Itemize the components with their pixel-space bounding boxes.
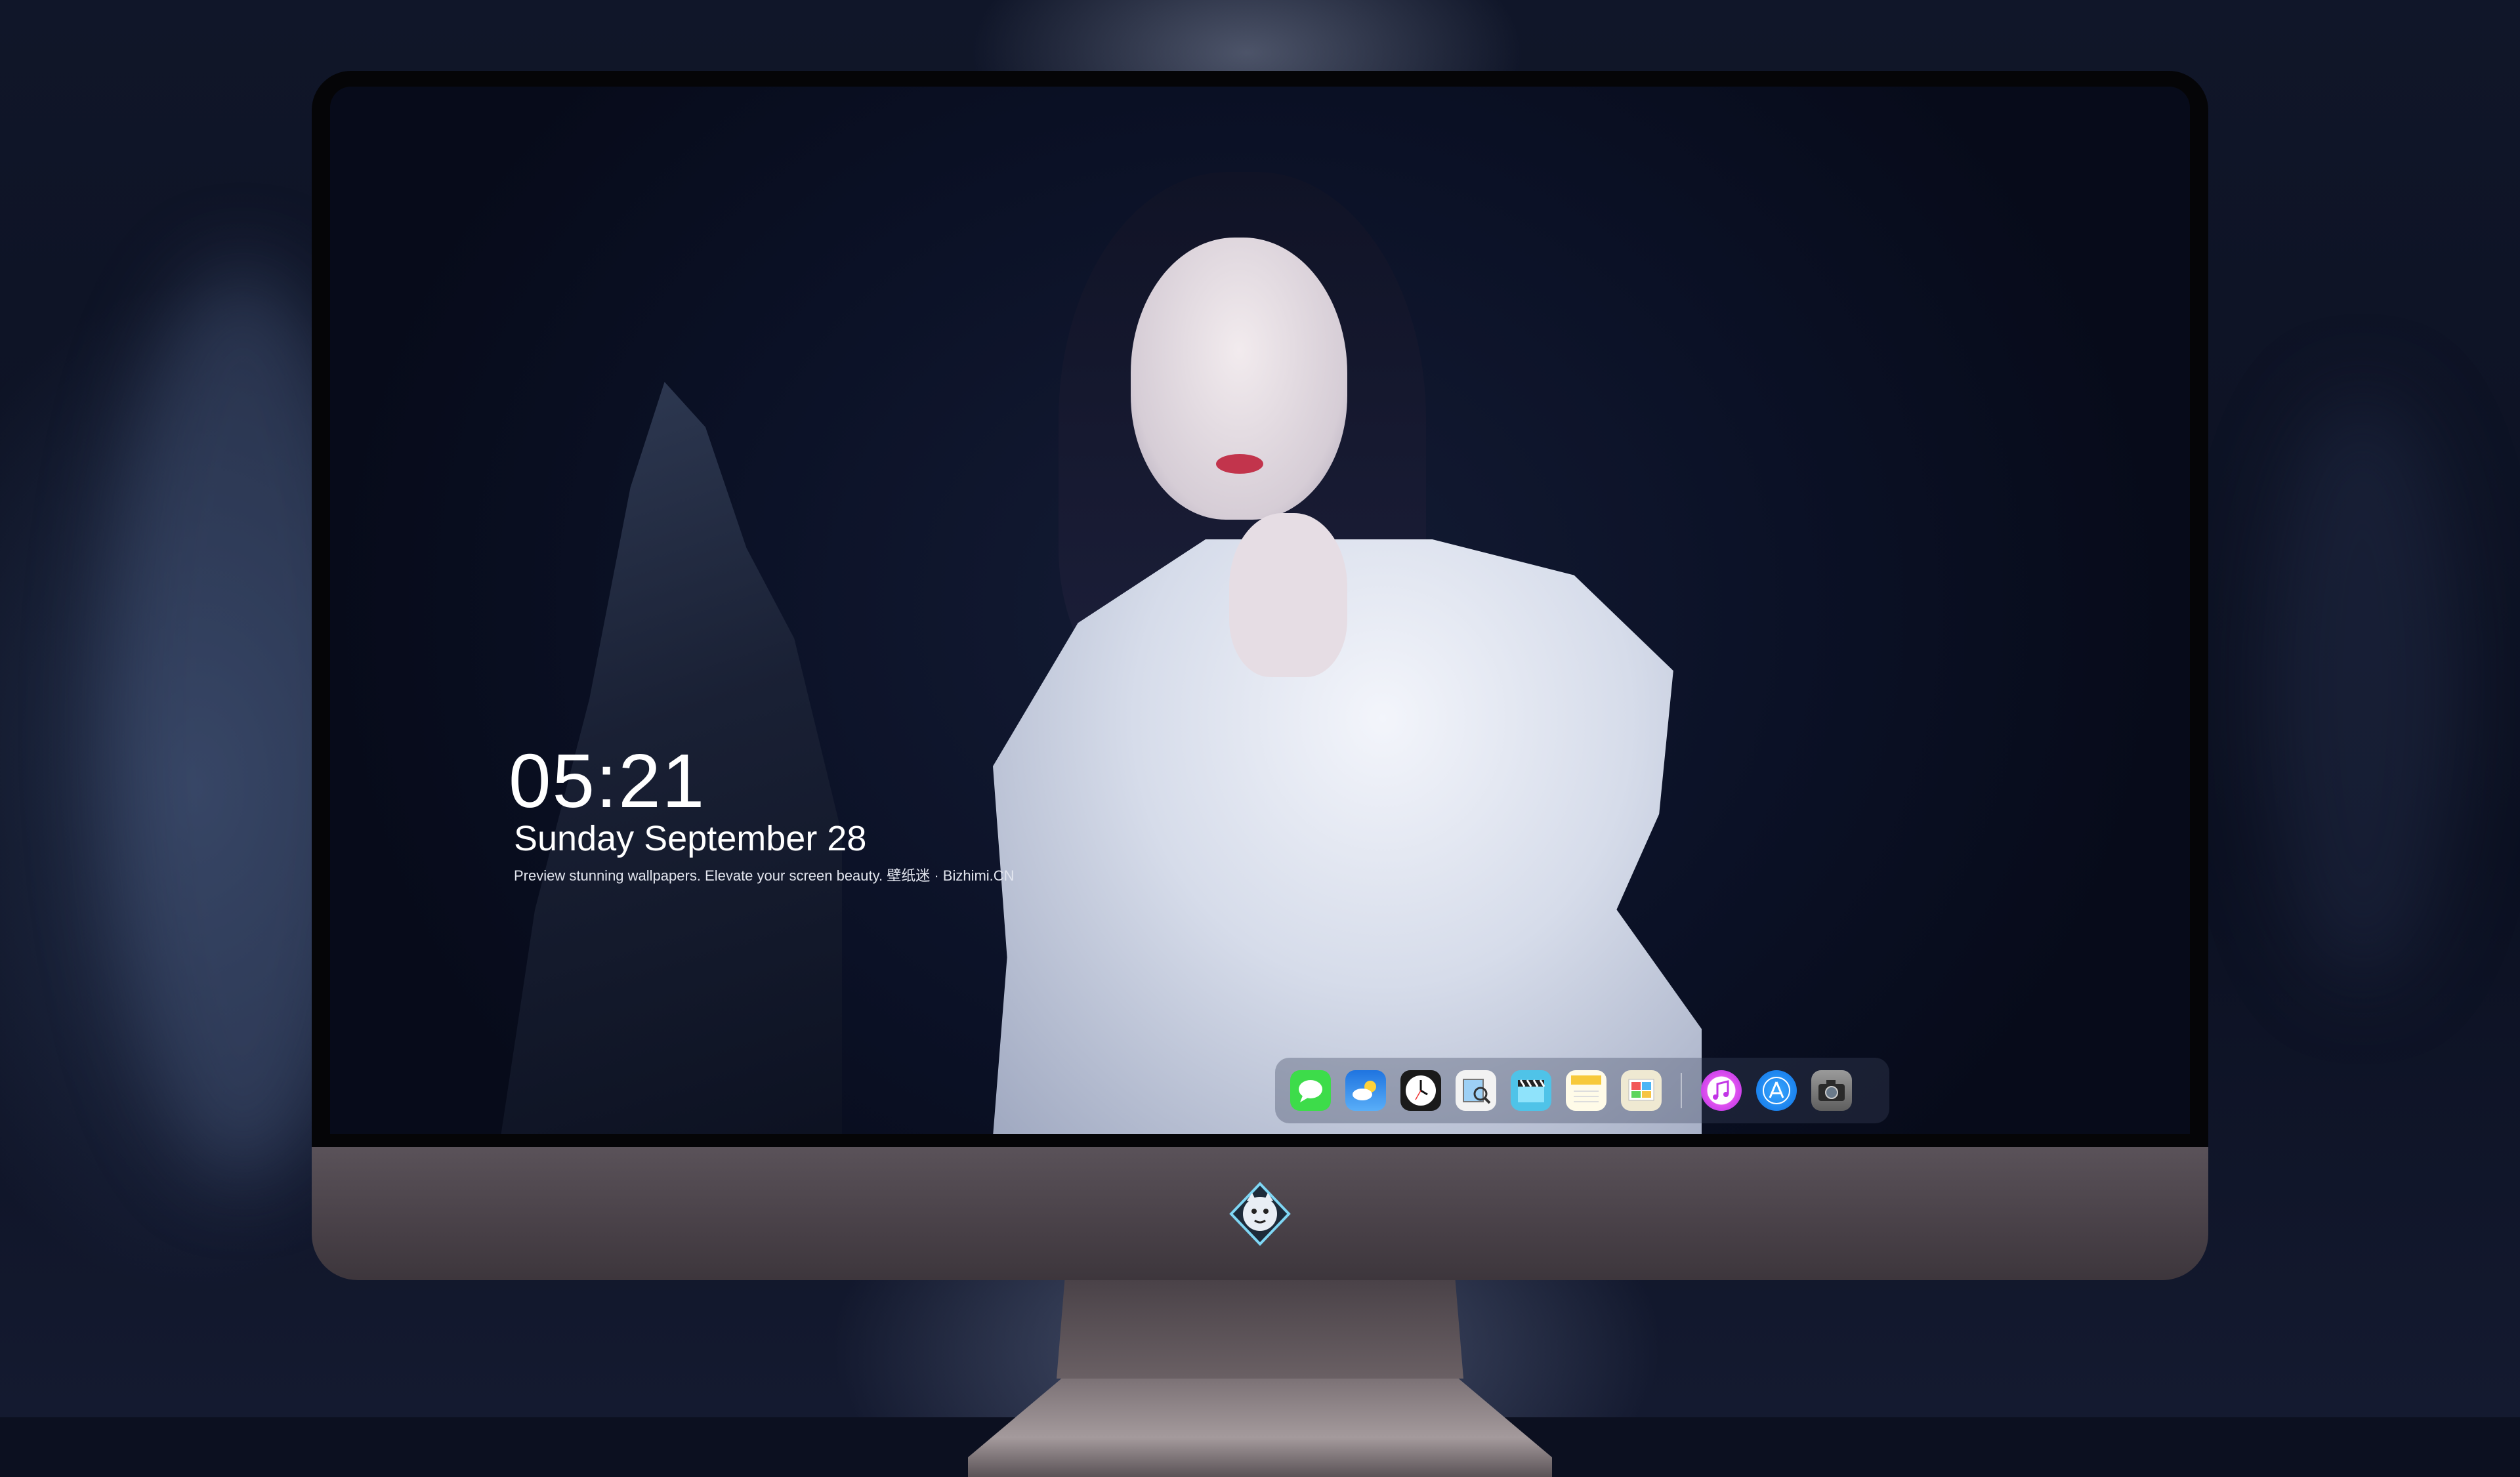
lock-screen: 05:21 Sunday September 28 Preview stunni… bbox=[330, 87, 2190, 1134]
photo-slides-icon[interactable] bbox=[1621, 1070, 1662, 1111]
dock-separator bbox=[1681, 1073, 1682, 1108]
monitor-stand-base bbox=[968, 1379, 1552, 1477]
dock bbox=[1275, 1058, 1889, 1123]
video-clapper-icon[interactable] bbox=[1511, 1070, 1551, 1111]
monitor-chin bbox=[312, 1147, 2208, 1280]
camera-icon[interactable] bbox=[1811, 1070, 1852, 1111]
shield-mascot-icon bbox=[1227, 1181, 1293, 1247]
clock-icon[interactable] bbox=[1400, 1070, 1441, 1111]
music-icon[interactable] bbox=[1701, 1070, 1742, 1111]
notes-icon[interactable] bbox=[1566, 1070, 1606, 1111]
monitor-stand-neck bbox=[1057, 1280, 1463, 1379]
monitor: 05:21 Sunday September 28 Preview stunni… bbox=[312, 71, 2208, 1477]
weather-icon[interactable] bbox=[1345, 1070, 1386, 1111]
monitor-bezel: 05:21 Sunday September 28 Preview stunni… bbox=[312, 71, 2208, 1147]
lock-screen-time: 05:21 bbox=[509, 738, 706, 823]
app-store-icon[interactable] bbox=[1756, 1070, 1797, 1111]
preview-icon[interactable] bbox=[1456, 1070, 1496, 1111]
wallpaper-tagline: Preview stunning wallpapers. Elevate you… bbox=[514, 867, 1015, 884]
wallpaper-portrait bbox=[711, 146, 1826, 1134]
lock-screen-date: Sunday September 28 bbox=[514, 819, 867, 858]
messages-icon[interactable] bbox=[1290, 1070, 1331, 1111]
